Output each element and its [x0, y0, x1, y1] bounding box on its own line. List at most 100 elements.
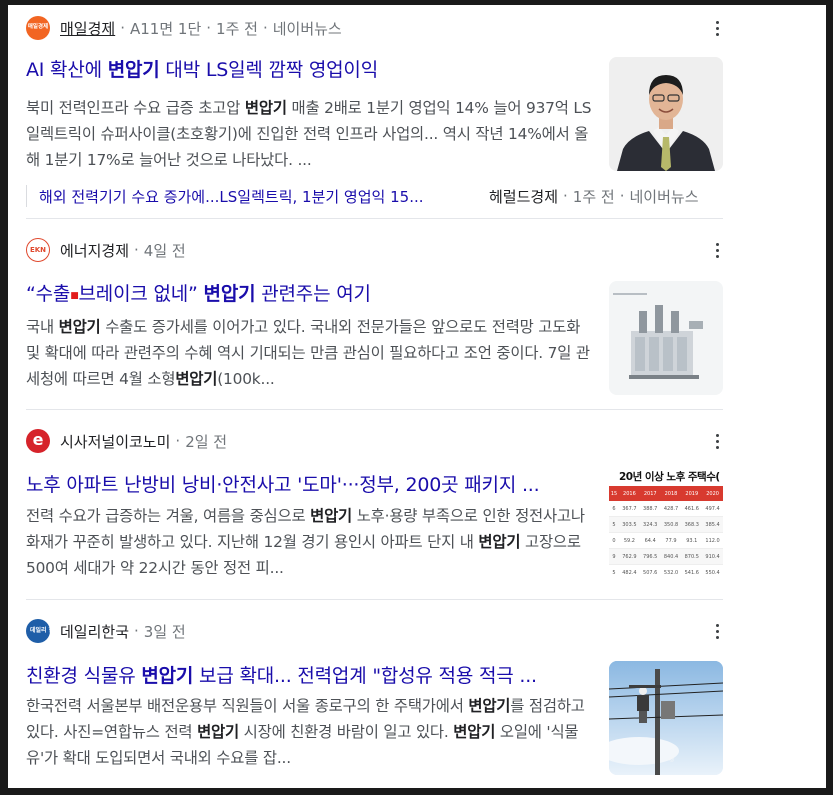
highlighted-keyword: 변압기 — [141, 665, 194, 687]
source-logo-icon: e — [26, 429, 50, 453]
news-time: 1주 전 — [216, 19, 258, 38]
text-segment: 국내 — [26, 318, 59, 336]
news-snippet: 국내 변압기 수출도 증가세를 이어가고 있다. 국내외 전문가들은 앞으로도 … — [26, 314, 592, 392]
table-cell: 507.6 — [643, 569, 658, 576]
news-source-row[interactable]: EKN 에너지경제 · 4일 전 — [26, 237, 186, 263]
source-name[interactable]: 매일경제 — [60, 18, 115, 39]
table-row: 0 59.2 64.4 77.9 93.1 112.0 — [609, 533, 723, 549]
divider — [26, 218, 723, 219]
text-segment: 수출도 증가세를 이어가고 있다. 국내외 전문가들은 앞으로도 전력망 고도화… — [26, 318, 590, 388]
news-thumbnail[interactable]: ◎ — [609, 661, 723, 775]
table-cell: 367.7 — [622, 505, 637, 512]
source-name[interactable]: 시사저널이코노미 — [60, 431, 170, 452]
table-cell: 2019 — [685, 490, 699, 497]
news-title[interactable]: 노후 아파트 난방비 낭비·안전사고 '도마'···정부, 200곳 패키지 .… — [26, 470, 596, 497]
table-cell: 840.4 — [663, 553, 679, 560]
table-cell: 350.8 — [663, 521, 679, 528]
news-time: 3일 전 — [143, 622, 186, 641]
news-thumbnail[interactable]: 20년 이상 노후 주택수( 15 2016 2017 2018 2019 2020 6 36… — [609, 466, 723, 580]
news-source-row[interactable]: 데일리 한국 데일리한국 · 3일 전 — [26, 618, 186, 644]
table-cell: 368.3 — [684, 521, 699, 528]
more-options-icon[interactable] — [707, 239, 727, 261]
text-segment: 관련주는 여기 — [255, 283, 371, 305]
related-naver-news-link[interactable]: 네이버뉴스 — [630, 186, 699, 207]
table-cell: 5 — [612, 521, 616, 528]
news-item: 데일리 한국 데일리한국 · 3일 전 친환경 식물유 변압기 보급 확대...… — [26, 618, 723, 783]
news-time: 2일 전 — [185, 432, 228, 451]
transformer-image-icon — [609, 281, 723, 395]
news-title[interactable]: 친환경 식물유 변압기 보급 확대... 전력업계 "합성유 적용 적극 ... — [26, 661, 596, 688]
more-options-icon[interactable] — [707, 620, 727, 642]
related-article[interactable]: 해외 전력기기 수요 증가에...LS일렉트릭, 1분기 영업익 15... 헤… — [26, 183, 723, 209]
table-cell: 6 — [612, 505, 616, 512]
news-source-row[interactable]: 매일경제 매일경제 · A11면 1단 · 1주 전 · 네이버뉴스 — [26, 15, 342, 41]
table-cell: 59.2 — [623, 537, 635, 544]
news-source-row[interactable]: e 시사저널이코노미 · 2일 전 — [26, 428, 227, 454]
text-segment: 노후 아파트 난방비 낭비·안전사고 '도마'···정부, 200곳 패키지 .… — [26, 474, 540, 496]
news-thumbnail[interactable] — [609, 281, 723, 395]
table-cell: 303.5 — [622, 521, 637, 528]
table-header-row: 15 2016 2017 2018 2019 2020 — [609, 486, 723, 501]
text-segment: 시장에 친환경 바람이 일고 있다. — [238, 723, 454, 741]
news-results-panel: 매일경제 매일경제 · A11면 1단 · 1주 전 · 네이버뉴스 AI 확산… — [8, 5, 826, 788]
related-time: 1주 전 — [572, 187, 615, 206]
related-source-name[interactable]: 헤럴드경제 — [489, 186, 558, 207]
news-snippet: 북미 전력인프라 수요 급증 초고압 변압기 매출 2배로 1분기 영업익 14… — [26, 95, 592, 173]
svg-text:◎: ◎ — [669, 756, 674, 763]
more-options-icon[interactable] — [707, 430, 727, 452]
news-page-info: A11면 1단 — [129, 19, 202, 38]
naver-news-link[interactable]: 네이버뉴스 — [273, 18, 342, 39]
table-row: 9 762.9 796.5 840.4 870.5 910.4 — [609, 549, 723, 565]
news-item: 매일경제 매일경제 · A11면 1단 · 1주 전 · 네이버뉴스 AI 확산… — [26, 15, 723, 207]
table-cell: 497.4 — [705, 505, 720, 512]
highlighted-keyword: 변압기 — [203, 283, 256, 305]
source-logo-icon: 데일리 한국 — [26, 619, 50, 643]
table-cell: 5 — [612, 569, 616, 576]
table-cell: 541.6 — [684, 569, 699, 576]
table-cell: 2018 — [664, 490, 678, 497]
table-cell: 796.5 — [643, 553, 658, 560]
divider — [26, 599, 723, 600]
highlighted-keyword: 변압기 — [478, 533, 521, 551]
person-photo-icon — [609, 57, 723, 171]
text-segment: 대박 LS일렉 깜짝 영업이익 — [159, 59, 378, 81]
news-item: e 시사저널이코노미 · 2일 전 노후 아파트 난방비 낭비·안전사고 '도마… — [26, 428, 723, 588]
news-title[interactable]: “수출■브레이크 없네” 변압기 관련주는 여기 — [26, 279, 596, 306]
table-cell: 762.9 — [622, 553, 637, 560]
table-cell: 428.7 — [663, 505, 679, 512]
news-time: 4일 전 — [143, 241, 186, 260]
table-caption: 20년 이상 노후 주택수( — [619, 471, 720, 483]
table-cell: 461.6 — [684, 505, 699, 512]
highlighted-keyword: 변압기 — [453, 723, 496, 741]
source-logo-text: EKN — [29, 246, 47, 254]
source-name[interactable]: 에너지경제 — [60, 240, 129, 261]
news-snippet: 전력 수요가 급증하는 겨울, 여름을 중심으로 변압기 노후·용량 부족으로 … — [26, 503, 592, 581]
table-cell: 532.0 — [663, 569, 679, 576]
text-segment: ■ — [70, 291, 79, 301]
highlighted-keyword: 변압기 — [197, 723, 239, 741]
more-options-icon[interactable] — [707, 17, 727, 39]
text-segment: “수출 — [26, 283, 71, 305]
text-segment: 브레이크 없네” — [78, 283, 204, 305]
table-cell: 2017 — [643, 490, 657, 497]
highlighted-keyword: 변압기 — [58, 318, 101, 336]
source-logo-icon: 매일경제 — [26, 16, 50, 40]
table-cell: 388.7 — [643, 505, 658, 512]
divider — [26, 409, 723, 410]
text-segment: 북미 전력인프라 수요 급증 초고압 — [26, 99, 245, 117]
statistics-table: 15 2016 2017 2018 2019 2020 6 367.7 388.7 428.7 46… — [609, 486, 723, 580]
source-logo-text: 매일경제 — [27, 24, 49, 31]
table-cell: 64.4 — [644, 537, 656, 544]
related-article-title[interactable]: 해외 전력기기 수요 증가에...LS일렉트릭, 1분기 영업익 15... — [39, 186, 471, 207]
table-cell: 870.5 — [684, 553, 699, 560]
news-thumbnail[interactable] — [609, 57, 723, 171]
source-name[interactable]: 데일리한국 — [60, 621, 129, 642]
news-title[interactable]: AI 확산에 변압기 대박 LS일렉 깜짝 영업이익 — [26, 55, 596, 82]
table-cell: 550.4 — [705, 569, 720, 576]
text-segment: 친환경 식물유 — [26, 665, 142, 687]
text-segment: 전력 수요가 급증하는 겨울, 여름을 중심으로 — [26, 507, 311, 525]
highlighted-keyword: 변압기 — [107, 59, 160, 81]
table-cell: 77.9 — [665, 537, 677, 544]
text-segment: 한국전력 서울본부 배전운용부 직원들이 서울 종로구의 한 주택가에서 — [26, 697, 469, 715]
table-cell: 385.4 — [705, 521, 720, 528]
